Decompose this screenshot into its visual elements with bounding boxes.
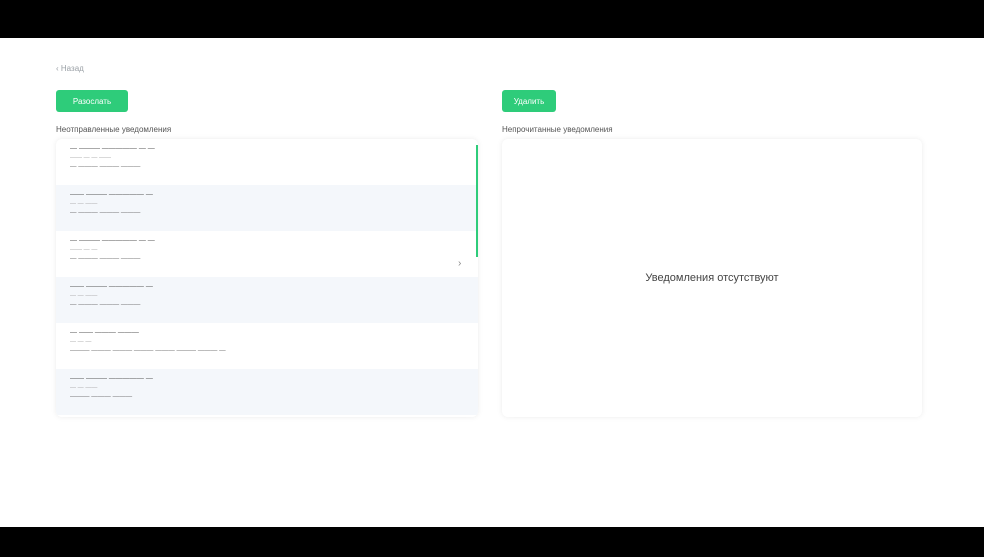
back-link[interactable]: ‹ Назад (56, 64, 84, 73)
list-item-subtitle: — — — (70, 339, 92, 345)
list-item-title: —— ——— ————— — (70, 283, 153, 290)
list-item-subtitle: — — —— (70, 293, 98, 299)
list-item[interactable]: —— ——— ————— — — — —— ——— ——— ——— (56, 369, 478, 415)
list-item-title: —— ——— ————— — (70, 191, 153, 198)
list-item-text: — ——— ——— ——— (70, 301, 141, 308)
list-item[interactable]: —— ——— ————— — — — —— — ——— ——— ——— (56, 277, 478, 323)
send-button[interactable]: Разослать (56, 90, 128, 112)
unread-notifications-label: Непрочитанные уведомления (502, 125, 613, 134)
list-item[interactable]: — —— ——— ——— — — — ——— ——— ——— ——— ——— —… (56, 323, 478, 369)
list-item-subtitle: —— — — (70, 247, 98, 253)
list-item-title: —— ——— ————— — (70, 375, 153, 382)
list-item[interactable]: —— ——— ————— — — — —— — ——— ——— ——— (56, 185, 478, 231)
list-item-text: ——— ——— ——— ——— ——— ——— ——— — (70, 347, 226, 354)
list-item-subtitle: — — —— (70, 385, 98, 391)
list-item-text: — ——— ——— ——— (70, 209, 141, 216)
list-item-title: — ——— ————— — — (70, 237, 155, 244)
list-item-subtitle: —— — — —— (70, 155, 112, 161)
video-letterbox-top (0, 0, 984, 38)
list-item-subtitle: — — —— (70, 201, 98, 207)
list-item[interactable]: — ——— ————— — — —— — — —— — ——— ——— ——— (56, 139, 478, 185)
empty-state-message: Уведомления отсутствуют (645, 272, 779, 284)
list-item-text: — ——— ——— ——— (70, 163, 141, 170)
list-item-title: — ——— ————— — — (70, 145, 155, 152)
list-item[interactable]: — ——— ————— — — —— — — — ——— ——— ——— (56, 231, 478, 277)
video-letterbox-bottom (0, 527, 984, 557)
unread-notifications-panel: Уведомления отсутствуют (502, 139, 922, 417)
chevron-right-icon[interactable]: › (458, 258, 461, 269)
list-item-title: — —— ——— ——— (70, 329, 139, 336)
scrollbar[interactable] (476, 145, 478, 257)
list-item-text: — ——— ——— ——— (70, 255, 141, 262)
unsent-notifications-label: Неотправленные уведомления (56, 125, 172, 134)
notifications-list[interactable]: — ——— ————— — — —— — — —— — ——— ——— ——— … (56, 139, 478, 417)
list-item-text: ——— ——— ——— (70, 393, 133, 400)
delete-button[interactable]: Удалить (502, 90, 556, 112)
